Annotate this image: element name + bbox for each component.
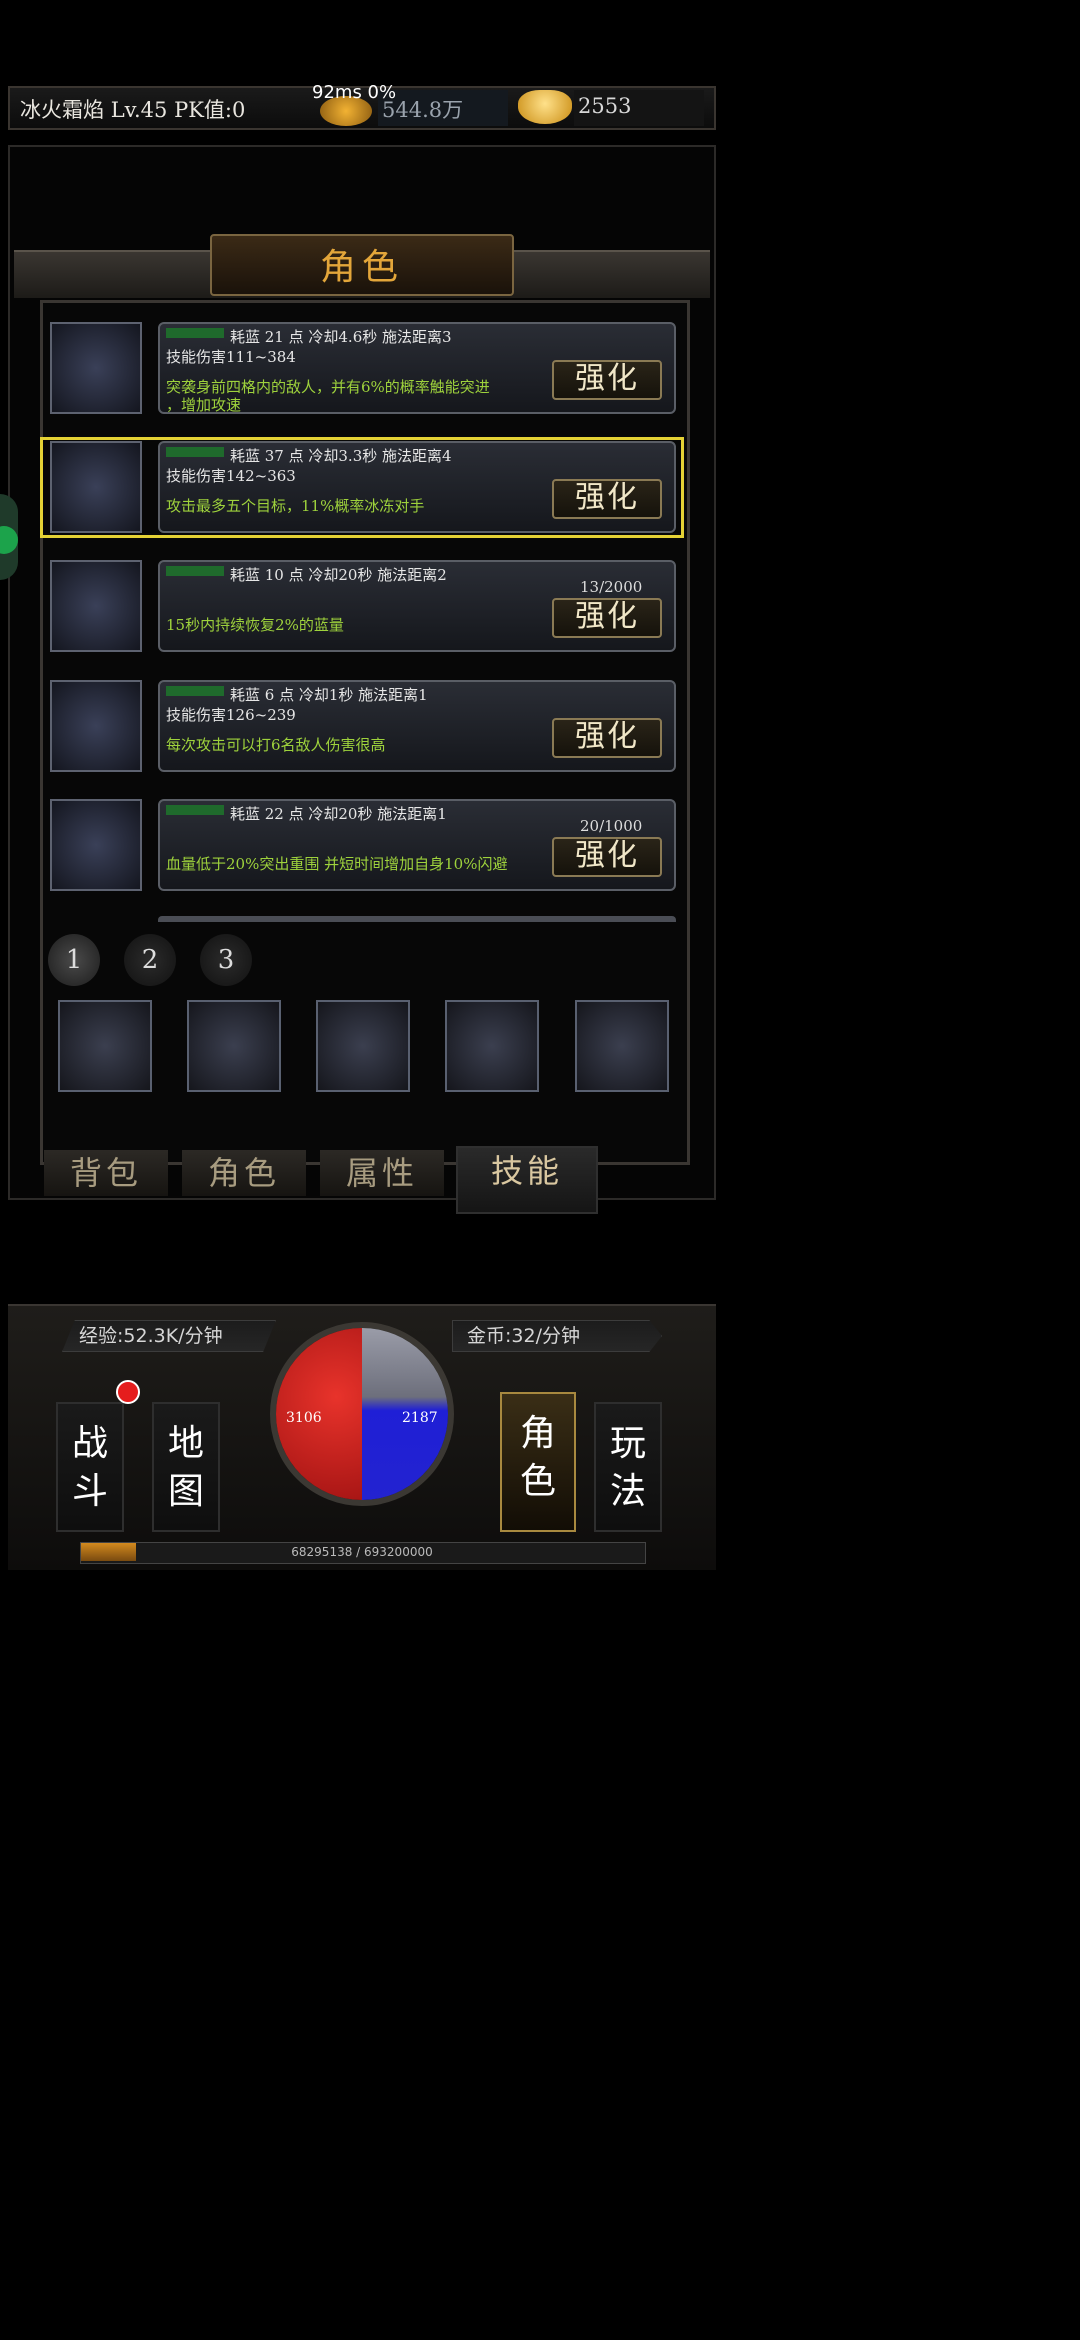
skill-progress: 20/1000 bbox=[580, 817, 643, 835]
skill-cost: 耗蓝 10 点 冷却20秒 施法距离2 bbox=[230, 566, 447, 584]
page-button-3[interactable]: 3 bbox=[200, 934, 252, 986]
sword-arrow-icon[interactable] bbox=[50, 322, 142, 414]
gold-rate: 金币:32/分钟 bbox=[452, 1320, 662, 1352]
nav-battle-bottom: 斗 bbox=[71, 1471, 108, 1512]
page-button-1[interactable]: 1 bbox=[48, 934, 100, 986]
nav-map-bottom: 图 bbox=[167, 1471, 204, 1512]
nav-battle-top: 战 bbox=[71, 1423, 108, 1464]
page-button-2[interactable]: 2 bbox=[124, 934, 176, 986]
nav-character-bottom: 色 bbox=[519, 1461, 556, 1502]
upgrade-button[interactable]: 强化 bbox=[552, 837, 662, 877]
mp-value: 2187 bbox=[402, 1410, 438, 1426]
skill-level-tag bbox=[166, 328, 224, 338]
skill-damage: 技能伤害126~239 bbox=[166, 706, 296, 724]
gold-rate-text: 金币:32/分钟 bbox=[467, 1325, 580, 1347]
skill-cost: 耗蓝 21 点 冷却4.6秒 施法距离3 bbox=[230, 328, 452, 346]
nav-map-top: 地 bbox=[167, 1423, 204, 1464]
panel-title: 角色 bbox=[319, 247, 404, 288]
slash-sword-icon[interactable] bbox=[50, 680, 142, 772]
exp-rate-text: 经验:52.3K/分钟 bbox=[79, 1325, 223, 1347]
skill-damage: 技能伤害111~384 bbox=[166, 348, 296, 366]
claw-icon[interactable] bbox=[316, 1000, 410, 1092]
snowflake-icon[interactable] bbox=[575, 1000, 669, 1092]
tab-bag[interactable]: 背包 bbox=[44, 1150, 168, 1196]
perf-overlay: 92ms 0% bbox=[312, 82, 397, 103]
exp-rate: 经验:52.3K/分钟 bbox=[62, 1320, 276, 1352]
fire-icon[interactable] bbox=[445, 1000, 539, 1092]
nav-character[interactable]: 角 色 bbox=[500, 1392, 576, 1532]
skill-description: 血量低于20%突出重围 并短时间增加自身10%闪避 bbox=[166, 855, 508, 873]
player-pk: PK值:0 bbox=[174, 98, 246, 122]
exp-text: 68295138 / 693200000 bbox=[291, 1545, 433, 1559]
selected-skill-highlight bbox=[40, 437, 684, 538]
ingot-icon bbox=[518, 90, 572, 124]
nav-gameplay-top: 玩 bbox=[609, 1423, 646, 1464]
tab-character[interactable]: 角色 bbox=[182, 1150, 306, 1196]
cross-blades-icon[interactable] bbox=[50, 799, 142, 891]
skill-cost: 耗蓝 6 点 冷却1秒 施法距离1 bbox=[230, 686, 428, 704]
sword-down-icon[interactable] bbox=[58, 1000, 152, 1092]
tab-attributes[interactable]: 属性 bbox=[320, 1150, 444, 1196]
skill-description-line2: ，增加攻速 bbox=[166, 396, 242, 414]
upgrade-button[interactable]: 强化 bbox=[552, 598, 662, 638]
ingot-amount: 2553 bbox=[578, 94, 632, 118]
skill-progress: 13/2000 bbox=[580, 578, 643, 596]
lightning-icon[interactable] bbox=[187, 1000, 281, 1092]
skill-description: 15秒内持续恢复2%的蓝量 bbox=[166, 616, 344, 634]
skill-cost: 耗蓝 22 点 冷却20秒 施法距离1 bbox=[230, 805, 447, 823]
nav-gameplay-bottom: 法 bbox=[609, 1471, 646, 1512]
hp-value: 3106 bbox=[286, 1410, 322, 1426]
player-info[interactable]: 冰火霜焰 Lv.45 PK值:0 bbox=[20, 94, 245, 124]
upgrade-button[interactable]: 强化 bbox=[552, 360, 662, 400]
nav-battle[interactable]: 战 斗 bbox=[56, 1402, 124, 1532]
skill-level-tag bbox=[166, 566, 224, 576]
nav-gameplay[interactable]: 玩 法 bbox=[594, 1402, 662, 1532]
nav-map[interactable]: 地 图 bbox=[152, 1402, 220, 1532]
nav-character-top: 角 bbox=[519, 1413, 556, 1454]
player-name: 冰火霜焰 bbox=[20, 98, 104, 122]
player-level: Lv.45 bbox=[110, 98, 168, 122]
crystals-icon[interactable] bbox=[50, 560, 142, 652]
skill-description: 每次攻击可以打6名敌人伤害很高 bbox=[166, 736, 386, 754]
next-skill-card-edge bbox=[158, 916, 676, 922]
upgrade-button[interactable]: 强化 bbox=[552, 718, 662, 758]
skill-level-tag bbox=[166, 805, 224, 815]
notification-dot bbox=[116, 1380, 140, 1404]
skill-level-tag bbox=[166, 686, 224, 696]
tab-skills[interactable]: 技能 bbox=[456, 1146, 598, 1214]
